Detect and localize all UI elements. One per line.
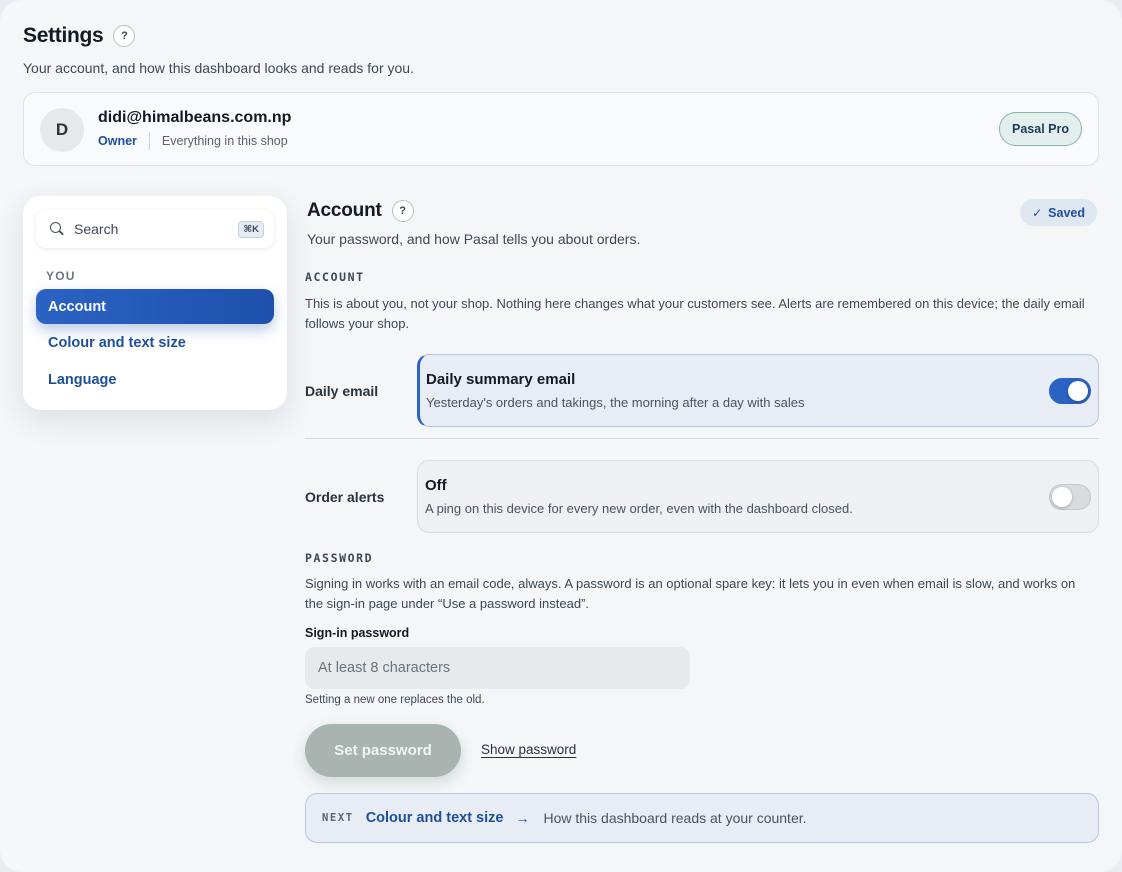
profile-email: didi@himalbeans.com.np [98,109,292,126]
page-title: Settings [23,24,104,47]
saved-status-badge: ✓ Saved [1020,199,1097,226]
plan-badge[interactable]: Pasal Pro [999,112,1082,146]
order-alerts-toggle[interactable] [1049,484,1091,510]
scope-label: Everything in this shop [161,134,288,148]
section-header: Account ? [307,200,414,222]
section-help-icon[interactable]: ? [391,200,414,222]
arrow-right-icon: → [515,810,530,826]
sidebar-item-colour-and-text-size[interactable]: Colour and text size [36,325,274,360]
search-shortcut: ⌘K [238,220,264,238]
password-input[interactable] [305,647,690,689]
sidebar-item-account[interactable]: Account [36,289,274,324]
row-divider [305,438,1099,439]
next-section-card[interactable]: NEXT Colour and text size → How this das… [305,793,1099,843]
search-box[interactable]: Search ⌘K [36,210,274,248]
avatar: D [40,108,84,152]
check-icon: ✓ [1032,205,1043,220]
profile-card: D didi@himalbeans.com.np Owner Everythin… [23,92,1099,166]
order-alerts-row-label: Order alerts [305,489,385,505]
password-field-label: Sign-in password [305,626,410,640]
role-label: Owner [98,134,137,148]
meta-divider [148,132,150,150]
page-subtitle: Your account, and how this dashboard loo… [23,60,414,76]
order-alerts-subtitle: A ping on this device for every new orde… [425,501,853,516]
settings-window: Settings ? Your account, and how this da… [0,0,1122,872]
daily-email-toggle[interactable] [1049,378,1091,404]
order-alerts-title: Off [425,477,447,494]
next-title: Colour and text size [365,810,504,826]
daily-email-row-label: Daily email [305,383,379,399]
profile-meta: Owner Everything in this shop [98,132,288,150]
saved-label: Saved [1048,205,1085,220]
daily-email-option[interactable]: Daily summary email Yesterday's orders a… [417,354,1099,427]
show-password-link[interactable]: Show password [481,742,576,757]
account-paragraph: This is about you, not your shop. Nothin… [305,296,1085,331]
search-icon [49,221,65,237]
sidebar-item-language[interactable]: Language [36,362,274,397]
section-title: Account [307,200,382,221]
daily-email-title: Daily summary email [426,371,576,388]
account-caption: ACCOUNT [305,270,365,284]
order-alerts-option[interactable]: Off A ping on this device for every new … [417,460,1099,533]
page-title-row: Settings ? [23,24,136,48]
password-hint: Setting a new one replaces the old. [305,694,485,706]
sidebar-group-label: YOU [46,269,76,283]
set-password-button[interactable]: Set password [305,724,461,777]
password-paragraph: Signing in works with an email code, alw… [305,576,1076,611]
next-tag: NEXT [322,812,354,824]
password-caption: PASSWORD [305,551,374,565]
daily-email-subtitle: Yesterday's orders and takings, the morn… [426,395,805,410]
help-icon[interactable]: ? [113,25,136,47]
section-description: Your password, and how Pasal tells you a… [307,231,641,247]
next-description: How this dashboard reads at your counter… [543,810,807,826]
settings-sidebar: Search ⌘K YOU Account Colour and text si… [23,196,287,410]
search-input[interactable]: Search [74,221,238,237]
